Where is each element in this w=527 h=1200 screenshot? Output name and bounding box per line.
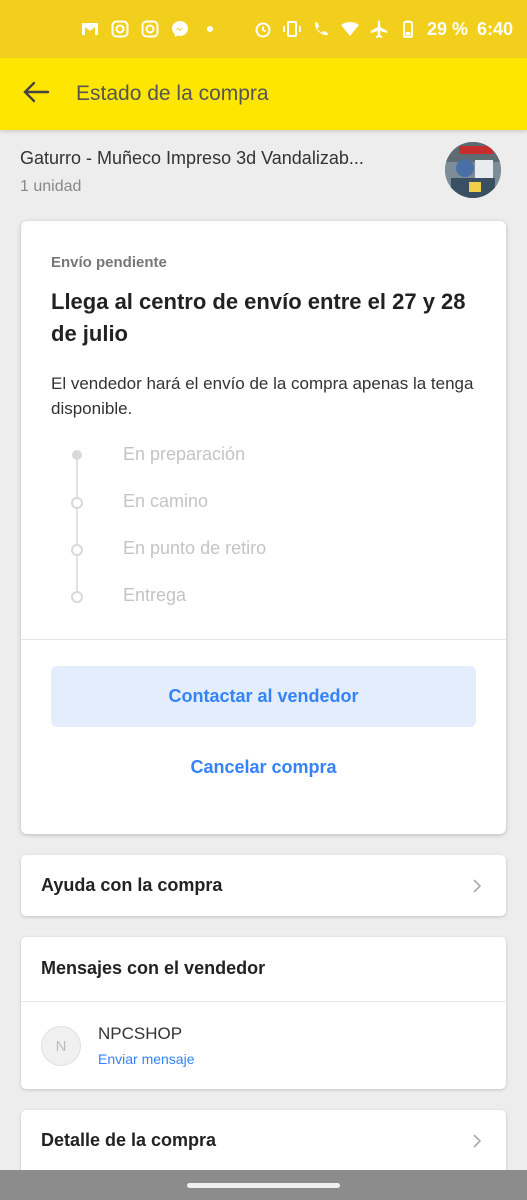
back-button[interactable]	[0, 58, 72, 130]
messenger-icon	[170, 19, 190, 39]
dot-icon	[200, 19, 220, 39]
airplane-icon	[369, 19, 389, 39]
avatar: N	[41, 1026, 81, 1066]
instagram-icon	[110, 19, 130, 39]
seller-name: NPCSHOP	[98, 1024, 183, 1043]
shipping-headline: Llega al centro de envío entre el 27 y 2…	[51, 289, 466, 346]
divider	[21, 639, 506, 640]
wifi-icon	[340, 19, 360, 39]
messages-title: Mensajes con el vendedor	[41, 958, 266, 978]
wifi-call-icon	[311, 19, 331, 39]
vibrate-icon	[282, 19, 302, 39]
send-message-link[interactable]: Enviar mensaje	[98, 1051, 195, 1067]
clock: 6:40	[476, 18, 513, 39]
shipping-status-card: Envío pendiente Llega al centro de envío…	[21, 221, 506, 834]
product-quantity: 1 unidad	[20, 178, 82, 195]
step-dot-2	[71, 497, 83, 509]
app-header: Estado de la compra	[0, 58, 527, 130]
step-label: Entrega	[123, 585, 187, 605]
shipping-description: El vendedor hará el envío de la compra a…	[51, 374, 474, 418]
step-dot-4	[71, 591, 83, 603]
contact-seller-button[interactable]: Contactar al vendedor	[51, 666, 476, 727]
arrow-left-icon	[21, 77, 51, 112]
battery-icon	[398, 19, 418, 39]
status-bar: 29 % 6:40	[0, 0, 527, 58]
step-label: En preparación	[123, 444, 246, 464]
alarm-icon	[253, 19, 273, 39]
step-label: En camino	[123, 491, 209, 511]
product-thumbnail	[445, 142, 501, 198]
cancel-purchase-button[interactable]: Cancelar compra	[51, 747, 476, 787]
battery-percentage: 29 %	[426, 18, 468, 39]
help-row[interactable]: Ayuda con la compra	[21, 855, 506, 916]
help-row-label: Ayuda con la compra	[41, 875, 223, 895]
shipping-status-label: Envío pendiente	[51, 254, 167, 271]
product-name: Gaturro - Muñeco Impreso 3d Vandalizab..…	[20, 148, 364, 168]
product-summary[interactable]: Gaturro - Muñeco Impreso 3d Vandalizab..…	[0, 130, 527, 222]
step-dot-1	[72, 450, 82, 460]
chevron-right-icon	[470, 1134, 484, 1148]
step-label: En punto de retiro	[123, 538, 267, 558]
gmail-icon	[80, 19, 100, 39]
page-title: Estado de la compra	[76, 82, 269, 105]
purchase-detail-label: Detalle de la compra	[41, 1130, 217, 1150]
step-dot-3	[71, 544, 83, 556]
messages-card: Mensajes con el vendedor N NPCSHOP Envia…	[21, 937, 506, 1089]
progress-track	[76, 455, 78, 595]
home-gesture-pill[interactable]	[187, 1183, 340, 1188]
chevron-right-icon	[470, 879, 484, 893]
system-nav-bar	[0, 1170, 527, 1200]
divider	[21, 1001, 506, 1002]
instagram-icon	[140, 19, 160, 39]
